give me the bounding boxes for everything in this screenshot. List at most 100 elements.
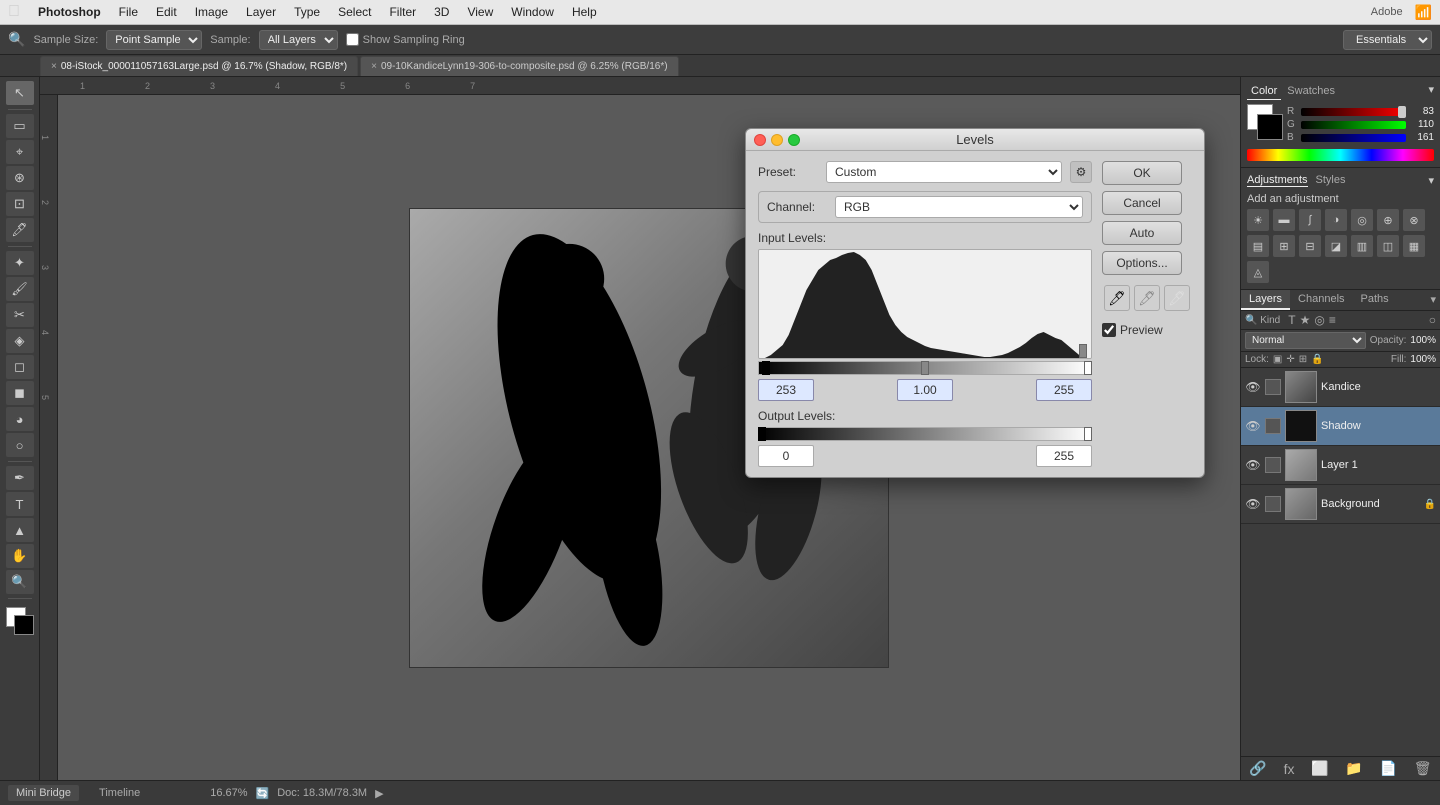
layer-shadow[interactable]: 👁 Shadow <box>1241 407 1440 446</box>
show-sampling-ring-checkbox[interactable] <box>346 33 359 46</box>
move-tool[interactable]: ↖ <box>6 81 34 105</box>
clone-tool[interactable]: ✂ <box>6 303 34 327</box>
filter-icon-adj[interactable]: ≡ <box>1329 313 1336 327</box>
levels-icon[interactable]: ▬ <box>1273 209 1295 231</box>
crop-tool[interactable]: ⊡ <box>6 192 34 216</box>
channel-select[interactable]: RGB <box>835 196 1083 218</box>
filter-icon-star[interactable]: ★ <box>1300 313 1311 327</box>
input-shadow-field[interactable] <box>758 379 814 401</box>
healing-tool[interactable]: ✦ <box>6 251 34 275</box>
channels-tab[interactable]: Channels <box>1290 290 1352 310</box>
menu-view[interactable]: View <box>467 5 493 19</box>
fg-bg-colors[interactable] <box>6 607 34 635</box>
delete-layer-btn[interactable]: 🗑 <box>1414 760 1432 777</box>
minimize-button[interactable] <box>771 134 783 146</box>
exposure-icon[interactable]: ◑ <box>1325 209 1347 231</box>
color-tab[interactable]: Color <box>1247 83 1281 100</box>
adj-panel-collapse[interactable]: ▾ <box>1428 174 1434 187</box>
threshold-icon[interactable]: ◫ <box>1377 235 1399 257</box>
options-button[interactable]: Options... <box>1102 251 1182 275</box>
eraser-tool[interactable]: ◻ <box>6 355 34 379</box>
menu-photoshop[interactable]: Photoshop <box>38 5 101 19</box>
lasso-tool[interactable]: ⌖ <box>6 140 34 164</box>
input-highlight-field[interactable] <box>1036 379 1092 401</box>
menu-layer[interactable]: Layer <box>246 5 276 19</box>
tab-1[interactable]: × 08-iStock_000011057163Large.psd @ 16.7… <box>40 56 358 76</box>
close-button[interactable] <box>754 134 766 146</box>
highlight-input-thumb[interactable] <box>1079 344 1087 358</box>
hsl-icon[interactable]: ⊕ <box>1377 209 1399 231</box>
gray-eyedropper-btn[interactable]: 🖊 <box>1134 285 1160 311</box>
highlight-slider-thumb[interactable] <box>1084 361 1092 375</box>
zoom-tool[interactable]: 🔍 <box>6 570 34 594</box>
workspace-select[interactable]: Essentials <box>1343 30 1432 50</box>
play-btn[interactable]: ▶ <box>375 787 383 800</box>
lock-position-icon[interactable]: ✛ <box>1286 354 1294 365</box>
output-shadow-field[interactable] <box>758 445 814 467</box>
add-style-btn[interactable]: fx <box>1284 761 1295 777</box>
menu-filter[interactable]: Filter <box>389 5 416 19</box>
filter-icon-t[interactable]: T <box>1288 313 1295 327</box>
layer-kandice-visibility[interactable]: 👁 <box>1245 379 1261 395</box>
menu-edit[interactable]: Edit <box>156 5 177 19</box>
brush-tool[interactable]: 🖌 <box>6 277 34 301</box>
cancel-button[interactable]: Cancel <box>1102 191 1182 215</box>
tab-2[interactable]: × 09-10KandiceLynn19-306-to-composite.ps… <box>360 56 678 76</box>
histogram-slider[interactable] <box>758 361 1092 375</box>
link-layers-btn[interactable]: 🔗 <box>1249 760 1266 777</box>
invert-icon[interactable]: ◪ <box>1325 235 1347 257</box>
menu-window[interactable]: Window <box>511 5 554 19</box>
lock-all-icon[interactable]: 🔒 <box>1311 354 1323 365</box>
menu-3d[interactable]: 3D <box>434 5 449 19</box>
output-shadow-thumb[interactable] <box>758 427 766 441</box>
create-group-btn[interactable]: 📁 <box>1345 760 1362 777</box>
add-mask-btn[interactable]: ⬜ <box>1311 760 1328 777</box>
white-eyedropper-btn[interactable]: 🖊 <box>1164 285 1190 311</box>
vibrance-icon[interactable]: ◎ <box>1351 209 1373 231</box>
menu-select[interactable]: Select <box>338 5 371 19</box>
pen-tool[interactable]: ✒ <box>6 466 34 490</box>
adjustments-tab[interactable]: Adjustments <box>1247 174 1308 187</box>
output-highlight-field[interactable] <box>1036 445 1092 467</box>
color-spectrum-bar[interactable] <box>1247 149 1434 161</box>
layers-panel-collapse[interactable]: ▾ <box>1426 290 1440 310</box>
r-slider-track[interactable] <box>1301 108 1406 116</box>
fill-value[interactable]: 100% <box>1410 354 1436 365</box>
shadow-slider-thumb[interactable] <box>762 361 770 375</box>
menu-type[interactable]: Type <box>294 5 320 19</box>
layers-tab[interactable]: Layers <box>1241 290 1290 310</box>
preset-gear-button[interactable]: ⚙ <box>1070 161 1092 183</box>
styles-tab[interactable]: Styles <box>1316 174 1346 187</box>
ok-button[interactable]: OK <box>1102 161 1182 185</box>
timeline-tab[interactable]: Timeline <box>91 785 148 801</box>
curves-icon[interactable]: ∫ <box>1299 209 1321 231</box>
opacity-value[interactable]: 100% <box>1410 335 1436 346</box>
auto-button[interactable]: Auto <box>1102 221 1182 245</box>
hand-tool[interactable]: ✋ <box>6 544 34 568</box>
gradient-tool[interactable]: ◼ <box>6 381 34 405</box>
channel-mixer-icon[interactable]: ⊞ <box>1273 235 1295 257</box>
blur-tool[interactable]: ◕ <box>6 407 34 431</box>
brightness-contrast-icon[interactable]: ☀ <box>1247 209 1269 231</box>
tab-2-close[interactable]: × <box>371 61 377 72</box>
layer-kandice[interactable]: 👁 Kandice <box>1241 368 1440 407</box>
layer-shadow-visibility[interactable]: 👁 <box>1245 418 1261 434</box>
filter-icon-circ[interactable]: ◎ <box>1314 313 1324 327</box>
menu-image[interactable]: Image <box>195 5 228 19</box>
mini-bridge-tab[interactable]: Mini Bridge <box>8 785 79 801</box>
g-slider-track[interactable] <box>1301 121 1406 129</box>
create-layer-btn[interactable]: 📄 <box>1380 760 1397 777</box>
fg-bg-swatch[interactable] <box>1247 104 1283 140</box>
menu-help[interactable]: Help <box>572 5 597 19</box>
selection-tool[interactable]: ▭ <box>6 114 34 138</box>
text-tool[interactable]: T <box>6 492 34 516</box>
lock-pixels-icon[interactable]: ▣ <box>1273 354 1282 365</box>
preset-select[interactable]: Custom <box>826 161 1062 183</box>
output-slider[interactable] <box>758 427 1092 441</box>
quick-select-tool[interactable]: ⊛ <box>6 166 34 190</box>
layer-1[interactable]: 👁 Layer 1 <box>1241 446 1440 485</box>
black-eyedropper-btn[interactable]: 🖊 <box>1104 285 1130 311</box>
tab-1-close[interactable]: × <box>51 61 57 72</box>
filter-toggle[interactable]: ○ <box>1429 313 1436 327</box>
color-lookup-icon[interactable]: ⊟ <box>1299 235 1321 257</box>
